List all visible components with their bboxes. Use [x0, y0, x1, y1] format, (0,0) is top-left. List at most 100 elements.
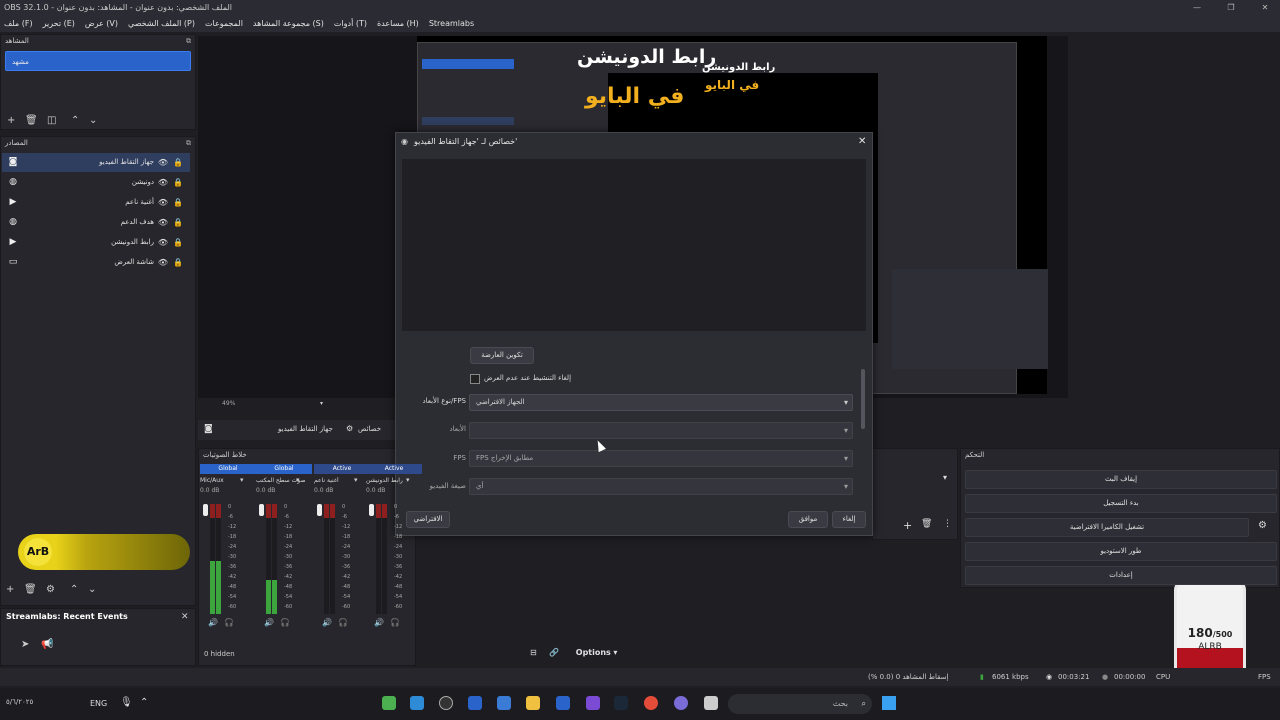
menu-tools[interactable]: أدوات (T)	[334, 16, 367, 32]
volume-slider[interactable]	[317, 504, 322, 516]
menu-edit[interactable]: تحرير (E)	[43, 16, 75, 32]
menu-streamlabs[interactable]: Streamlabs	[429, 16, 474, 32]
folder-icon[interactable]	[526, 696, 540, 710]
menu-help[interactable]: مساعدة (H)	[377, 16, 419, 32]
lock-icon[interactable]: 🔒	[173, 213, 183, 232]
undock-icon[interactable]: ⧉	[186, 35, 191, 47]
visibility-eye-icon[interactable]: 👁	[158, 233, 168, 252]
layout-icon[interactable]: ⊟	[530, 648, 537, 657]
scene-item[interactable]: مشهد	[5, 51, 191, 71]
lock-icon[interactable]: 🔒	[173, 153, 183, 172]
speaker-icon[interactable]: 🔊	[322, 618, 332, 627]
windows-start-icon[interactable]	[882, 696, 896, 710]
app-icon[interactable]	[468, 696, 482, 710]
speaker-icon[interactable]: 🔊	[264, 618, 274, 627]
configure-crossbar-button[interactable]: تكوين العارضة	[470, 347, 534, 364]
video-format-select[interactable]: أي ▾	[469, 478, 853, 495]
gear-icon[interactable]: ⚙	[346, 424, 353, 433]
close-icon[interactable]: ✕	[181, 612, 189, 622]
chevron-down-icon[interactable]: ▾	[613, 648, 617, 657]
add-source-icon[interactable]: +	[6, 584, 14, 595]
visibility-eye-icon[interactable]: 👁	[158, 153, 168, 172]
source-item[interactable]: ◍ هدف الدعم 👁 🔒	[2, 213, 190, 232]
menu-file[interactable]: ملف (F)	[4, 16, 33, 32]
source-item[interactable]: ◍ دونيشن 👁 🔒	[2, 173, 190, 192]
visibility-eye-icon[interactable]: 👁	[158, 253, 168, 272]
app-icon[interactable]	[704, 696, 718, 710]
control-button[interactable]: طور الاستوديو	[965, 542, 1277, 561]
lock-icon[interactable]: 🔒	[173, 193, 183, 212]
discord-icon[interactable]	[674, 696, 688, 710]
delete-scene-icon[interactable]: 🗑	[25, 115, 38, 126]
source-item[interactable]: ▶ رابط الدونيشن 👁 🔒	[2, 233, 190, 252]
options-button[interactable]: Options	[576, 648, 611, 657]
ok-button[interactable]: موافق	[788, 511, 828, 528]
control-button[interactable]: إعدادات	[965, 566, 1277, 585]
move-down-icon[interactable]: ⌄	[88, 584, 96, 595]
maximize-button[interactable]: ❐	[1216, 0, 1246, 16]
source-properties-icon[interactable]: ⚙	[46, 584, 55, 595]
move-up-icon[interactable]: ⌃	[71, 115, 79, 126]
filter-scene-icon[interactable]: ◫	[47, 115, 56, 126]
volume-slider[interactable]	[259, 504, 264, 516]
chevron-down-icon[interactable]: ▾	[406, 476, 410, 484]
chevron-down-icon[interactable]: ▾	[296, 476, 300, 484]
control-button[interactable]: إيقاف البث	[965, 470, 1277, 489]
chevron-down-icon[interactable]: ▾	[240, 476, 244, 484]
send-icon[interactable]: ➤	[21, 639, 29, 650]
zoom-level[interactable]: 49%	[222, 400, 235, 407]
lock-icon[interactable]: 🔒	[173, 173, 183, 192]
chevron-down-icon[interactable]: ▾	[354, 476, 358, 484]
obs-taskbar-icon[interactable]	[439, 696, 453, 710]
link-icon[interactable]: 🔗	[549, 648, 559, 657]
delete-source-icon[interactable]: 🗑	[24, 584, 37, 595]
add-scene-icon[interactable]: +	[7, 115, 15, 126]
lock-icon[interactable]: 🔒	[173, 253, 183, 272]
headphones-icon[interactable]: 🎧	[338, 618, 348, 627]
zoom-dropdown-icon[interactable]: ▾	[320, 400, 323, 407]
delete-transition-icon[interactable]: 🗑	[921, 519, 932, 529]
microphone-icon[interactable]: 🎙	[120, 697, 133, 708]
minimize-button[interactable]: —	[1182, 0, 1212, 16]
undock-icon[interactable]: ⧉	[186, 137, 191, 149]
dialog-close-icon[interactable]: ✕	[858, 133, 866, 151]
more-icon[interactable]: ⋮	[943, 519, 952, 529]
virtual-camera-settings-icon[interactable]: ⚙	[1258, 520, 1267, 531]
source-item[interactable]: ◙ جهاز التقاط الفيديو 👁 🔒	[2, 153, 190, 172]
chrome-icon[interactable]	[644, 696, 658, 710]
headphones-icon[interactable]: 🎧	[280, 618, 290, 627]
speaker-icon[interactable]: 🔊	[374, 618, 384, 627]
visibility-eye-icon[interactable]: 👁	[158, 213, 168, 232]
move-down-icon[interactable]: ⌄	[89, 115, 97, 126]
megaphone-icon[interactable]: 📢	[41, 639, 53, 650]
headphones-icon[interactable]: 🎧	[390, 618, 400, 627]
speaker-icon[interactable]: 🔊	[208, 618, 218, 627]
cancel-button[interactable]: إلغاء	[832, 511, 866, 528]
control-button[interactable]: تشغيل الكاميرا الافتراضية	[965, 518, 1249, 537]
dialog-scrollbar[interactable]	[861, 369, 865, 429]
menu-collections[interactable]: المجموعات	[205, 16, 243, 32]
chevron-down-icon[interactable]: ▾	[943, 473, 947, 482]
headphones-icon[interactable]: 🎧	[224, 618, 234, 627]
source-item[interactable]: ▶ أغنية ناعم 👁 🔒	[2, 193, 190, 212]
steam-icon[interactable]	[614, 696, 628, 710]
resolution-type-select[interactable]: الجهاز الافتراضي ▾	[469, 394, 853, 411]
app-icon[interactable]	[586, 696, 600, 710]
visibility-eye-icon[interactable]: 👁	[158, 193, 168, 212]
taskbar-search[interactable]: بحث ⌕	[728, 694, 872, 714]
deactivate-checkbox[interactable]	[470, 374, 480, 384]
resolution-select[interactable]: ▾	[469, 422, 853, 439]
close-button[interactable]: ✕	[1250, 0, 1280, 16]
menu-profile[interactable]: الملف الشخصي (P)	[128, 16, 195, 32]
properties-button[interactable]: خصائص	[358, 425, 381, 433]
volume-slider[interactable]	[203, 504, 208, 516]
tray-chevron-icon[interactable]: ⌃	[140, 697, 148, 708]
source-item[interactable]: ▭ شاشة العرض 👁 🔒	[2, 253, 190, 272]
menu-scene-collection[interactable]: مجموعة المشاهد (S)	[253, 16, 324, 32]
add-transition-icon[interactable]: +	[903, 519, 912, 532]
store-icon[interactable]	[497, 696, 511, 710]
move-up-icon[interactable]: ⌃	[70, 584, 78, 595]
lock-icon[interactable]: 🔒	[173, 233, 183, 252]
menu-view[interactable]: عرض (V)	[85, 16, 118, 32]
language-indicator[interactable]: ENG	[90, 699, 107, 708]
